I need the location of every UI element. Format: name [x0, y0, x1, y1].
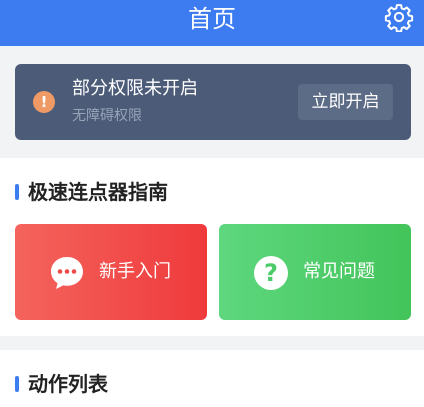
faq-tile[interactable]: ? 常见问题 — [219, 224, 411, 320]
beginner-guide-tile[interactable]: 新手入门 — [15, 224, 207, 320]
page-title: 首页 — [188, 5, 236, 33]
gear-icon[interactable] — [384, 2, 414, 32]
enable-now-button[interactable]: 立即开启 — [298, 84, 393, 120]
guide-section: 极速连点器指南 新手入门 ? 常见问题 — [0, 158, 424, 336]
permission-banner-title: 部分权限未开启 — [72, 78, 198, 99]
question-circle-icon: ? — [254, 256, 288, 290]
actions-section: 动作列表 — [0, 350, 424, 407]
exclamation-circle-icon: ! — [33, 91, 55, 113]
chat-bubble-icon — [51, 257, 83, 289]
section-accent-bar — [15, 376, 19, 392]
guide-section-title: 极速连点器指南 — [28, 180, 168, 204]
beginner-guide-label: 新手入门 — [99, 261, 171, 282]
app-header: 首页 — [0, 0, 424, 46]
section-accent-bar — [15, 184, 19, 200]
actions-section-title: 动作列表 — [28, 372, 108, 396]
permission-banner-subtitle: 无障碍权限 — [72, 108, 142, 124]
permission-banner: ! 部分权限未开启 无障碍权限 立即开启 — [15, 64, 411, 140]
svg-text:?: ? — [264, 259, 278, 287]
faq-label: 常见问题 — [303, 261, 375, 282]
